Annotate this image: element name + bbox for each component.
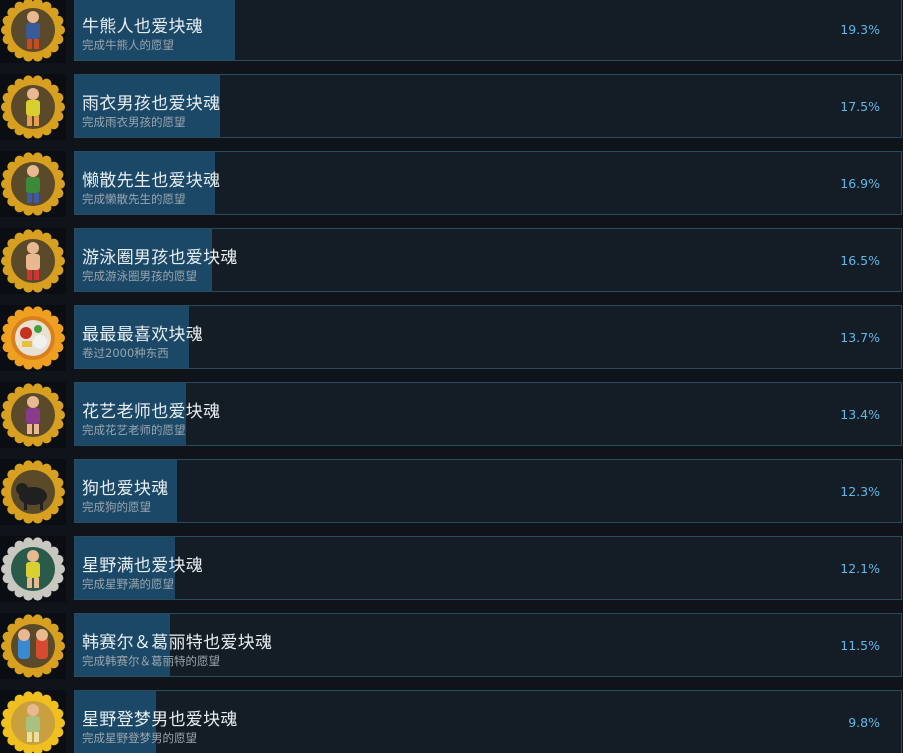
achievement-progress-bar: 最最最喜欢块魂 卷过2000种东西 13.7% bbox=[74, 305, 902, 369]
unlock-percentage: 13.4% bbox=[840, 407, 880, 422]
achievement-progress-bar: 星野满也爱块魂 完成星野满的愿望 12.1% bbox=[74, 536, 902, 600]
achievement-description: 完成韩赛尔＆葛丽特的愿望 bbox=[82, 654, 220, 668]
achievement-row[interactable]: 花艺老师也爱块魂 完成花艺老师的愿望 13.4% bbox=[0, 382, 903, 448]
character-medallion-icon bbox=[0, 151, 66, 217]
achievement-row[interactable]: 狗也爱块魂 完成狗的愿望 12.3% bbox=[0, 459, 903, 525]
achievement-title: 最最最喜欢块魂 bbox=[82, 325, 204, 345]
achievement-title: 韩赛尔＆葛丽特也爱块魂 bbox=[82, 633, 273, 653]
achievement-row[interactable]: 星野登梦男也爱块魂 完成星野登梦男的愿望 9.8% bbox=[0, 690, 903, 753]
achievement-progress-bar: 韩赛尔＆葛丽特也爱块魂 完成韩赛尔＆葛丽特的愿望 11.5% bbox=[74, 613, 902, 677]
achievement-description: 完成星野满的愿望 bbox=[82, 577, 174, 591]
achievement-description: 完成游泳圈男孩的愿望 bbox=[82, 269, 197, 283]
character-medallion-icon bbox=[0, 536, 66, 602]
achievement-description: 完成雨衣男孩的愿望 bbox=[82, 115, 186, 129]
dog-medallion-icon bbox=[0, 459, 66, 525]
achievement-title: 牛熊人也爱块魂 bbox=[82, 17, 204, 37]
achievement-list: 牛熊人也爱块魂 完成牛熊人的愿望 19.3% 雨衣男孩也爱块魂 完成雨衣男孩的愿望 17… bbox=[0, 0, 903, 753]
achievement-title: 星野满也爱块魂 bbox=[82, 556, 204, 576]
unlock-percentage: 16.5% bbox=[840, 253, 880, 268]
achievement-title: 懒散先生也爱块魂 bbox=[82, 171, 221, 191]
achievement-row[interactable]: 牛熊人也爱块魂 完成牛熊人的愿望 19.3% bbox=[0, 0, 903, 63]
achievement-description: 完成狗的愿望 bbox=[82, 500, 151, 514]
achievement-title: 花艺老师也爱块魂 bbox=[82, 402, 221, 422]
achievement-row[interactable]: 雨衣男孩也爱块魂 完成雨衣男孩的愿望 17.5% bbox=[0, 74, 903, 140]
unlock-percentage: 11.5% bbox=[840, 638, 880, 653]
unlock-percentage: 12.3% bbox=[840, 484, 880, 499]
unlock-percentage: 13.7% bbox=[840, 330, 880, 345]
achievement-progress-bar: 星野登梦男也爱块魂 完成星野登梦男的愿望 9.8% bbox=[74, 690, 902, 753]
achievement-progress-bar: 狗也爱块魂 完成狗的愿望 12.3% bbox=[74, 459, 902, 523]
katamari-ball-medallion-icon bbox=[0, 305, 66, 371]
unlock-percentage: 19.3% bbox=[840, 22, 880, 37]
achievement-progress-bar: 雨衣男孩也爱块魂 完成雨衣男孩的愿望 17.5% bbox=[74, 74, 902, 138]
achievement-row[interactable]: 韩赛尔＆葛丽特也爱块魂 完成韩赛尔＆葛丽特的愿望 11.5% bbox=[0, 613, 903, 679]
achievement-description: 完成花艺老师的愿望 bbox=[82, 423, 186, 437]
achievement-row[interactable]: 最最最喜欢块魂 卷过2000种东西 13.7% bbox=[0, 305, 903, 371]
character-medallion-icon bbox=[0, 690, 66, 753]
unlock-percentage: 9.8% bbox=[848, 715, 880, 730]
achievement-description: 完成星野登梦男的愿望 bbox=[82, 731, 197, 745]
achievement-row[interactable]: 游泳圈男孩也爱块魂 完成游泳圈男孩的愿望 16.5% bbox=[0, 228, 903, 294]
achievement-row[interactable]: 懒散先生也爱块魂 完成懒散先生的愿望 16.9% bbox=[0, 151, 903, 217]
unlock-percentage: 16.9% bbox=[840, 176, 880, 191]
achievement-title: 游泳圈男孩也爱块魂 bbox=[82, 248, 238, 268]
achievement-progress-bar: 花艺老师也爱块魂 完成花艺老师的愿望 13.4% bbox=[74, 382, 902, 446]
achievement-title: 狗也爱块魂 bbox=[82, 479, 169, 499]
achievement-description: 完成牛熊人的愿望 bbox=[82, 38, 174, 52]
achievement-progress-bar: 游泳圈男孩也爱块魂 完成游泳圈男孩的愿望 16.5% bbox=[74, 228, 902, 292]
character-medallion-icon bbox=[0, 382, 66, 448]
character-medallion-icon bbox=[0, 228, 66, 294]
achievement-description: 完成懒散先生的愿望 bbox=[82, 192, 186, 206]
unlock-percentage: 17.5% bbox=[840, 99, 880, 114]
achievement-title: 雨衣男孩也爱块魂 bbox=[82, 94, 221, 114]
achievement-progress-bar: 懒散先生也爱块魂 完成懒散先生的愿望 16.9% bbox=[74, 151, 902, 215]
unlock-percentage: 12.1% bbox=[840, 561, 880, 576]
twins-medallion-icon bbox=[0, 613, 66, 679]
character-medallion-icon bbox=[0, 0, 66, 63]
achievement-row[interactable]: 星野满也爱块魂 完成星野满的愿望 12.1% bbox=[0, 536, 903, 602]
achievement-description: 卷过2000种东西 bbox=[82, 346, 169, 360]
achievement-progress-bar: 牛熊人也爱块魂 完成牛熊人的愿望 19.3% bbox=[74, 0, 902, 61]
character-medallion-icon bbox=[0, 74, 66, 140]
achievement-title: 星野登梦男也爱块魂 bbox=[82, 710, 238, 730]
